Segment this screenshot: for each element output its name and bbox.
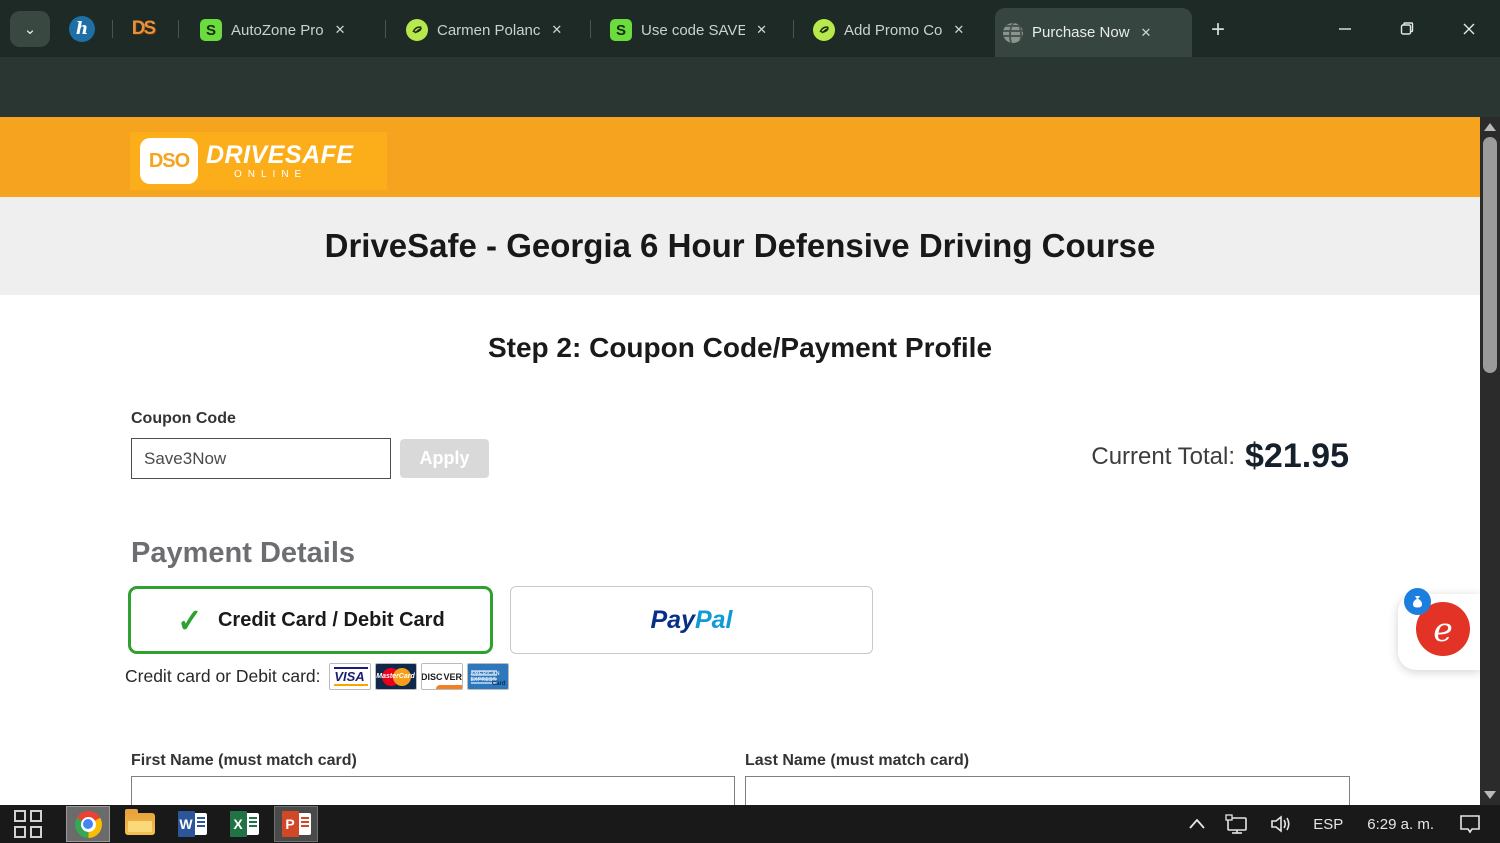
credit-card-option-label: Credit Card / Debit Card bbox=[217, 608, 445, 631]
logo-name: DRIVESAFE bbox=[206, 140, 354, 169]
tab-divider bbox=[793, 20, 794, 38]
taskbar-chrome-button[interactable] bbox=[66, 806, 110, 842]
minimize-icon bbox=[1339, 27, 1351, 30]
first-name-label: First Name (must match card) bbox=[131, 752, 357, 769]
accepted-cards-label: Credit card or Debit card: bbox=[125, 666, 321, 686]
taskbar-explorer-button[interactable] bbox=[118, 806, 162, 842]
credit-card-option[interactable]: ✓ Credit Card / Debit Card bbox=[128, 586, 493, 654]
powerpoint-icon: P bbox=[281, 811, 311, 837]
drivesafe-logo-mark: DSO bbox=[140, 138, 198, 184]
payment-details-heading: Payment Details bbox=[131, 537, 356, 569]
pinned-tab-drivesafe[interactable]: DS bbox=[130, 16, 156, 42]
tab-close-button[interactable]: ✕ bbox=[1136, 23, 1157, 43]
mastercard-card-icon: MasterCard bbox=[374, 663, 417, 690]
current-total: Current Total: $21.95 bbox=[1091, 437, 1349, 476]
tab-bar: ⌄ h DS S AutoZone Pro ✕ Carmen Polanc ✕ … bbox=[0, 0, 1500, 57]
page-content: DSO DRIVESAFE ONLINE DriveSafe - Georgia… bbox=[0, 117, 1480, 805]
tab-close-button[interactable]: ✕ bbox=[948, 20, 969, 40]
maximize-icon bbox=[1400, 21, 1414, 35]
coupon-widget[interactable]: e bbox=[1398, 588, 1480, 670]
tab-search-button[interactable]: ⌄ bbox=[10, 11, 50, 47]
apply-button[interactable]: Apply bbox=[400, 439, 489, 478]
paypal-option[interactable]: Pay Pal bbox=[510, 586, 873, 654]
network-icon[interactable] bbox=[1215, 805, 1259, 843]
tab-divider bbox=[385, 20, 386, 38]
file-explorer-icon bbox=[125, 809, 155, 835]
tab-autozone[interactable]: S AutoZone Pro ✕ bbox=[192, 10, 370, 50]
notification-center-button[interactable] bbox=[1448, 805, 1500, 843]
tab-close-button[interactable]: ✕ bbox=[330, 20, 351, 40]
discover-card-icon: DISC VER bbox=[420, 663, 463, 690]
browser-toolbar: my.drivesafeonline.org/registration.aspx… bbox=[0, 57, 1500, 165]
volume-icon[interactable] bbox=[1259, 805, 1303, 843]
tab-divider bbox=[178, 20, 179, 38]
taskbar-powerpoint-button[interactable]: P bbox=[274, 806, 318, 842]
chevron-down-icon: ⌄ bbox=[23, 21, 37, 38]
tab-add-promo[interactable]: Add Promo Co ✕ bbox=[805, 10, 983, 50]
tab-title: Use code SAVE bbox=[641, 21, 746, 39]
scroll-up-button[interactable] bbox=[1480, 117, 1500, 137]
taskbar-excel-button[interactable]: X bbox=[222, 806, 266, 842]
logo-subtitle: ONLINE bbox=[234, 168, 308, 180]
coupon-code-input[interactable] bbox=[131, 438, 391, 479]
course-title: DriveSafe - Georgia 6 Hour Defensive Dri… bbox=[324, 227, 1156, 264]
current-total-amount: $21.95 bbox=[1245, 437, 1349, 475]
step-title: Step 2: Coupon Code/Payment Profile bbox=[487, 332, 993, 363]
tab-close-button[interactable]: ✕ bbox=[546, 20, 567, 40]
tab-title: Add Promo Co bbox=[844, 21, 943, 39]
close-window-button[interactable] bbox=[1444, 0, 1494, 57]
tab-title: AutoZone Pro bbox=[231, 21, 324, 39]
language-indicator[interactable]: ESP bbox=[1303, 805, 1353, 843]
globe-favicon bbox=[1003, 22, 1023, 43]
amex-card-icon: AMERICAN EXPRESS Card bbox=[466, 663, 509, 690]
new-tab-button[interactable]: + bbox=[1202, 14, 1234, 46]
honey-favicon: h bbox=[69, 16, 95, 42]
page-scrollbar[interactable] bbox=[1480, 117, 1500, 805]
system-tray: ESP 6:29 a. m. bbox=[1179, 805, 1500, 843]
check-icon: ✓ bbox=[177, 601, 203, 639]
scrollbar-thumb[interactable] bbox=[1483, 137, 1497, 373]
tab-use-code[interactable]: S Use code SAVE ✕ bbox=[602, 10, 780, 50]
deals-favicon: S bbox=[610, 19, 632, 41]
first-name-input[interactable] bbox=[131, 776, 735, 805]
scroll-down-button[interactable] bbox=[1480, 785, 1500, 805]
tab-carmen[interactable]: Carmen Polanc ✕ bbox=[398, 10, 576, 50]
chrome-icon bbox=[74, 810, 102, 838]
screen: ⌄ h DS S AutoZone Pro ✕ Carmen Polanc ✕ … bbox=[0, 0, 1500, 843]
tray-expand-button[interactable] bbox=[1179, 805, 1215, 843]
start-button[interactable] bbox=[14, 810, 42, 838]
current-total-label: Current Total: bbox=[1091, 442, 1235, 470]
maximize-button[interactable] bbox=[1382, 0, 1432, 57]
pinned-tab-honey[interactable]: h bbox=[69, 16, 95, 42]
coupon-favicon bbox=[813, 19, 835, 41]
taskbar-word-button[interactable]: W bbox=[170, 806, 214, 842]
tab-purchase-now-active[interactable]: Purchase Now ✕ bbox=[995, 8, 1192, 57]
money-bag-icon bbox=[1404, 588, 1431, 615]
excel-icon: X bbox=[229, 811, 259, 837]
close-icon bbox=[1463, 23, 1475, 34]
visa-card-icon: VISA bbox=[328, 663, 371, 690]
tab-close-button[interactable]: ✕ bbox=[751, 20, 772, 40]
coupon-code-label: Coupon Code bbox=[131, 410, 236, 427]
tab-divider bbox=[112, 20, 113, 38]
tab-title: Purchase Now bbox=[1032, 24, 1130, 41]
minimize-button[interactable] bbox=[1320, 0, 1370, 57]
accepted-cards-row: Credit card or Debit card: VISA MasterCa… bbox=[125, 663, 513, 690]
taskbar: W X P ESP 6:29 a. m. bbox=[0, 805, 1500, 843]
drivesafe-logo[interactable]: DSO DRIVESAFE ONLINE bbox=[130, 132, 387, 190]
last-name-input[interactable] bbox=[745, 776, 1350, 805]
drivesafe-favicon: DS bbox=[131, 18, 156, 39]
coupon-favicon bbox=[406, 19, 428, 41]
clock[interactable]: 6:29 a. m. bbox=[1353, 805, 1448, 843]
last-name-label: Last Name (must match card) bbox=[745, 752, 970, 769]
site-banner: DSO DRIVESAFE ONLINE bbox=[0, 117, 1480, 197]
word-icon: W bbox=[177, 811, 207, 837]
tab-title: Carmen Polanc bbox=[437, 21, 541, 39]
title-band: DriveSafe - Georgia 6 Hour Defensive Dri… bbox=[0, 197, 1480, 295]
deals-favicon: S bbox=[200, 19, 222, 41]
tab-divider bbox=[590, 20, 591, 38]
paypal-logo: Pay bbox=[650, 605, 695, 634]
